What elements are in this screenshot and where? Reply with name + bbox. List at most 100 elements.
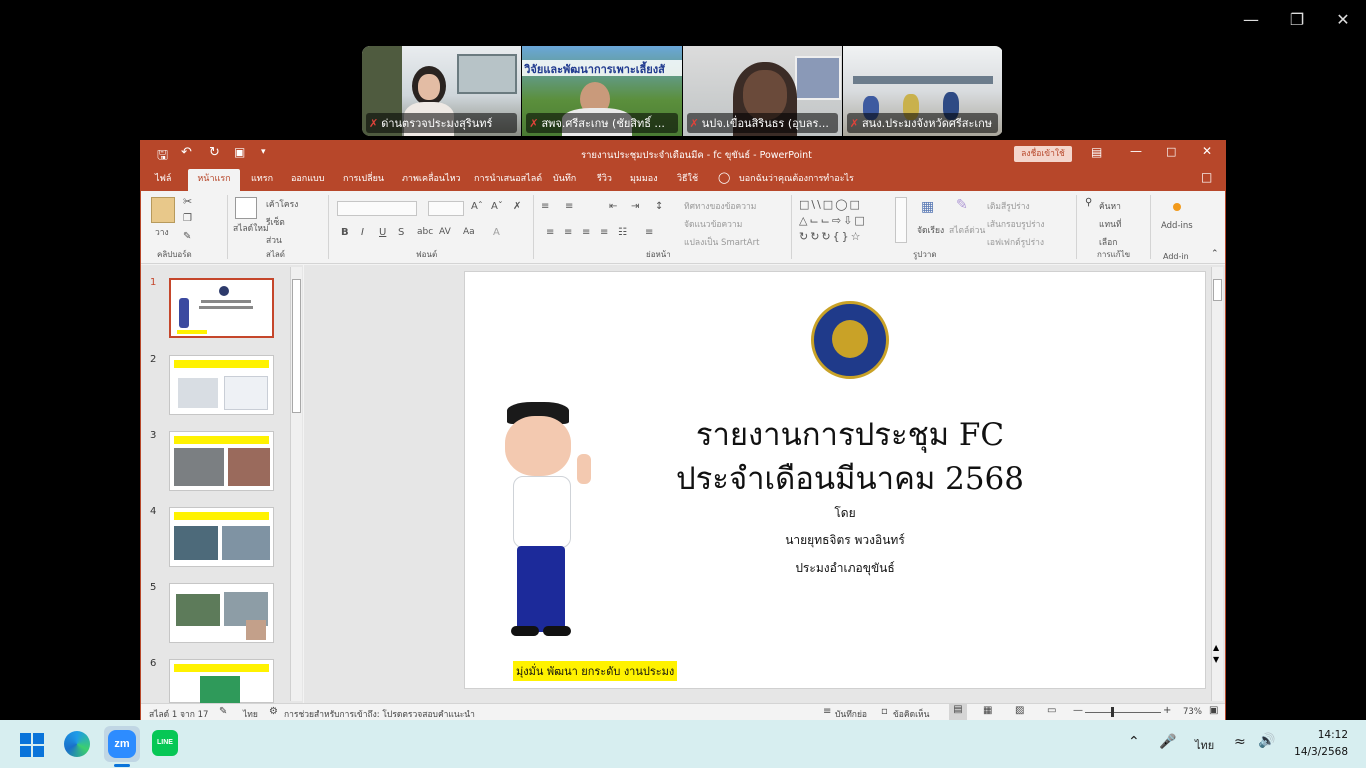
- strikethrough-icon[interactable]: abc: [417, 227, 433, 237]
- thumbnails-scrollbar[interactable]: [290, 267, 302, 701]
- line-spacing-icon[interactable]: ↕: [655, 201, 663, 212]
- bold-icon[interactable]: B: [341, 227, 349, 238]
- font-color-icon[interactable]: A: [493, 227, 500, 238]
- smartart-button[interactable]: แปลงเป็น SmartArt: [684, 235, 759, 249]
- bullets-icon[interactable]: ≡: [541, 201, 549, 212]
- zoom-slider[interactable]: [1085, 707, 1161, 717]
- close-icon[interactable]: ✕: [1202, 144, 1212, 158]
- video-tile[interactable]: ✗ สนง.ประมงจังหวัดศรีสะเกษ: [842, 46, 1002, 136]
- slide-thumbnail-2[interactable]: [169, 355, 274, 415]
- copy-icon[interactable]: ❐: [183, 213, 192, 224]
- zoom-level[interactable]: 73%: [1183, 707, 1202, 717]
- tab-transitions[interactable]: การเปลี่ยน: [339, 172, 388, 191]
- microphone-icon[interactable]: 🎤: [1159, 734, 1176, 750]
- input-language[interactable]: ไทย: [1195, 736, 1214, 754]
- font-size-combo[interactable]: [428, 201, 464, 216]
- increase-indent-icon[interactable]: ⇥: [631, 201, 639, 212]
- editor-scrollbar[interactable]: ▲ ▼: [1211, 267, 1223, 701]
- align-text-button[interactable]: จัดแนวข้อความ: [684, 217, 742, 231]
- zoom-out-icon[interactable]: —: [1073, 705, 1083, 716]
- underline-icon[interactable]: U: [379, 227, 386, 238]
- fit-slide-icon[interactable]: ▣: [1209, 705, 1218, 716]
- slideshow-view-icon[interactable]: ▭: [1047, 705, 1056, 716]
- tab-record[interactable]: บันทึก: [549, 172, 580, 191]
- paste-icon[interactable]: [151, 197, 175, 223]
- restore-icon[interactable]: ❐: [1285, 8, 1309, 32]
- new-slide-icon[interactable]: [235, 197, 257, 219]
- shape-effects-button[interactable]: เอฟเฟกต์รูปร่าง: [987, 235, 1044, 249]
- slide-thumbnail-4[interactable]: [169, 507, 274, 567]
- shadow-icon[interactable]: S: [398, 227, 404, 238]
- slide-thumbnail-6[interactable]: [169, 659, 274, 704]
- video-tile[interactable]: ✗ นปจ.เขื่อนสิรินธร (อุบลร...: [682, 46, 842, 136]
- columns-icon[interactable]: ☷: [618, 227, 627, 238]
- section-button[interactable]: ส่วน: [266, 233, 282, 247]
- tab-view[interactable]: มุมมอง: [626, 172, 662, 191]
- line-app-icon[interactable]: LINE: [152, 730, 178, 756]
- maximize-icon[interactable]: □: [1166, 145, 1176, 158]
- notes-button[interactable]: บันทึกย่อ: [835, 707, 867, 721]
- slide-thumbnail-3[interactable]: [169, 431, 274, 491]
- sign-in-button[interactable]: ลงชื่อเข้าใช้: [1014, 146, 1072, 162]
- shape-outline-button[interactable]: เส้นกรอบรูปร่าง: [987, 217, 1045, 231]
- quick-styles-icon[interactable]: ✎: [956, 197, 968, 213]
- align-left-icon[interactable]: ≡: [546, 227, 554, 238]
- shapes-gallery[interactable]: □\\□◯□ △⌙⌙⇨⇩□ ↻↻↻{}☆: [799, 197, 895, 245]
- accessibility-status[interactable]: การช่วยสำหรับการเข้าถึง: โปรดตรวจสอบคำแน…: [284, 707, 475, 721]
- addins-button[interactable]: Add-ins: [1161, 221, 1193, 231]
- undo-icon[interactable]: ↶: [181, 145, 192, 160]
- replace-button[interactable]: แทนที่: [1099, 217, 1122, 231]
- new-slide-label[interactable]: สไลด์ใหม่: [233, 221, 269, 235]
- cut-icon[interactable]: ✂: [183, 195, 192, 208]
- clear-formatting-icon[interactable]: ✗: [513, 201, 521, 212]
- paragraph-more-icon[interactable]: ≡: [645, 227, 653, 238]
- chevron-up-icon[interactable]: ⌃: [1128, 734, 1140, 750]
- text-direction-button[interactable]: ทิศทางของข้อความ: [684, 199, 756, 213]
- justify-icon[interactable]: ≡: [600, 227, 608, 238]
- wifi-icon[interactable]: ≈: [1234, 734, 1246, 750]
- collapse-ribbon-icon[interactable]: ⌃: [1211, 249, 1219, 259]
- shrink-font-icon[interactable]: Aˇ: [491, 201, 503, 212]
- tab-slideshow[interactable]: การนำเสนอสไลด์: [470, 172, 546, 191]
- slide-thumbnail-1[interactable]: [169, 278, 274, 338]
- find-button[interactable]: ค้นหา: [1099, 199, 1121, 213]
- clock-date[interactable]: 14/3/2568: [1286, 746, 1348, 758]
- paste-label[interactable]: วาง: [155, 225, 169, 239]
- align-right-icon[interactable]: ≡: [582, 227, 590, 238]
- comments-button[interactable]: ข้อคิดเห็น: [893, 707, 929, 721]
- tab-animations[interactable]: ภาพเคลื่อนไหว: [398, 172, 465, 191]
- slide-canvas[interactable]: รายงานการประชุม FC ประจำเดือนมีนาคม 2568…: [464, 271, 1206, 689]
- change-case-icon[interactable]: Aa: [463, 227, 475, 237]
- select-button[interactable]: เลือก: [1099, 235, 1117, 249]
- minimize-icon[interactable]: —: [1239, 8, 1263, 32]
- video-tile[interactable]: ✗ ด่านตรวจประมงสุรินทร์: [362, 46, 522, 136]
- minimize-icon[interactable]: —: [1130, 144, 1142, 158]
- save-icon[interactable]: 🖫: [157, 146, 168, 168]
- customize-qat-icon[interactable]: ▾: [261, 147, 266, 157]
- prev-slide-icon[interactable]: ▲: [1213, 643, 1219, 652]
- zoom-app-icon[interactable]: zm: [108, 730, 136, 758]
- quick-styles-button[interactable]: สไตล์ด่วน: [949, 223, 985, 237]
- arrange-icon[interactable]: ▦: [921, 199, 934, 215]
- normal-view-icon[interactable]: ▤: [949, 704, 967, 720]
- spelling-icon[interactable]: ✎: [219, 706, 227, 717]
- addins-icon[interactable]: [1173, 203, 1181, 211]
- close-icon[interactable]: ✕: [1331, 8, 1355, 32]
- format-painter-icon[interactable]: ✎: [183, 231, 191, 242]
- tab-file[interactable]: ไฟล์: [151, 172, 175, 191]
- tab-design[interactable]: ออกแบบ: [287, 172, 329, 191]
- tab-help[interactable]: วิธีใช้: [673, 172, 702, 191]
- edge-browser-icon[interactable]: [64, 731, 90, 757]
- find-icon[interactable]: ⚲: [1085, 197, 1092, 208]
- italic-icon[interactable]: I: [361, 227, 364, 238]
- align-center-icon[interactable]: ≡: [564, 227, 572, 238]
- ribbon-display-icon[interactable]: ▤: [1091, 145, 1102, 159]
- speaker-icon[interactable]: 🔊: [1258, 733, 1275, 749]
- redo-icon[interactable]: ↻: [209, 145, 220, 160]
- slide-thumbnail-5[interactable]: [169, 583, 274, 643]
- next-slide-icon[interactable]: ▼: [1213, 655, 1219, 664]
- numbering-icon[interactable]: ≡: [565, 201, 573, 212]
- font-name-combo[interactable]: [337, 201, 417, 216]
- tell-me-box[interactable]: บอกฉันว่าคุณต้องการทำอะไร: [735, 172, 858, 191]
- clock-time[interactable]: 14:12: [1298, 729, 1348, 741]
